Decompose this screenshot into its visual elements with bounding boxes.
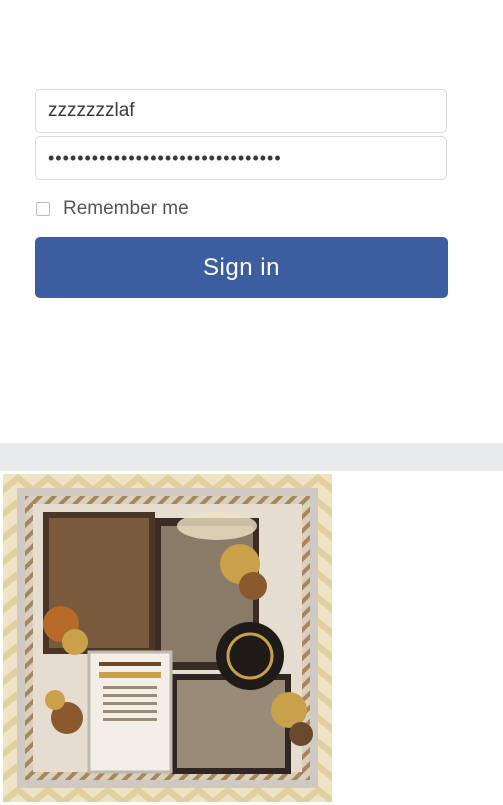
password-field[interactable] (35, 136, 447, 180)
username-field[interactable] (35, 89, 447, 133)
page-edge (482, 0, 503, 470)
remember-me[interactable]: Remember me (36, 198, 189, 220)
scrapbook-layout-image[interactable] (3, 474, 332, 802)
login-card: Remember me Sign in (0, 0, 482, 443)
password-input[interactable] (48, 147, 434, 169)
scrapbook-art (3, 474, 332, 802)
username-input[interactable] (48, 100, 434, 122)
remember-me-label: Remember me (63, 198, 189, 219)
section-divider (0, 443, 503, 471)
remember-me-checkbox[interactable] (36, 202, 50, 216)
sign-in-button[interactable]: Sign in (35, 237, 448, 298)
